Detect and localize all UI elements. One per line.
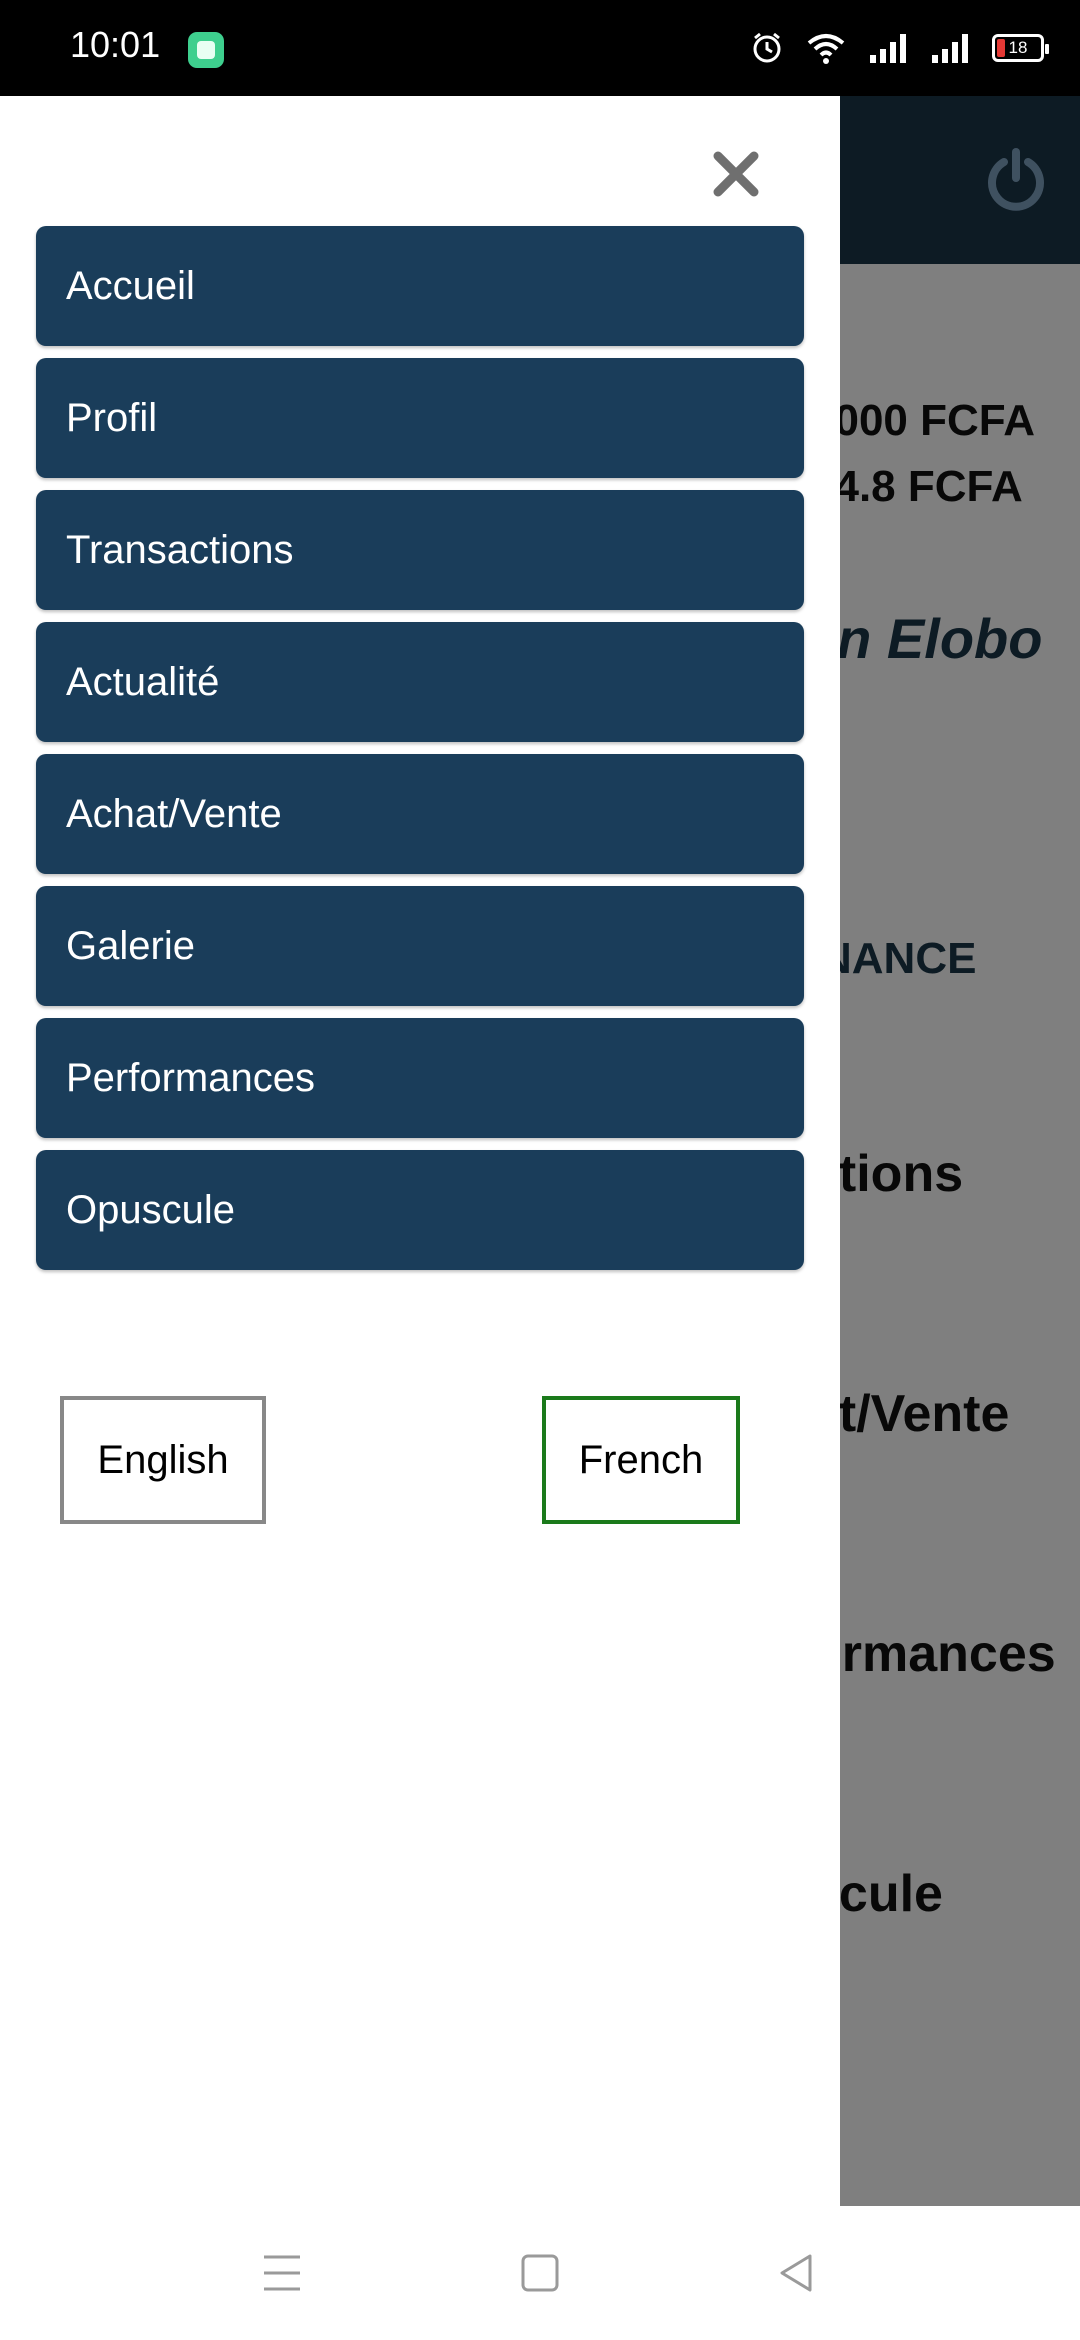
status-time: 10:01 (70, 24, 161, 65)
menu-item-transactions[interactable]: Transactions (36, 490, 804, 610)
menu-item-achat-vente[interactable]: Achat/Vente (36, 754, 804, 874)
battery-icon: 18 (992, 34, 1049, 62)
menu-item-actualite[interactable]: Actualité (36, 622, 804, 742)
language-french-label: French (578, 1437, 704, 1482)
menu-item-label: Galerie (66, 923, 195, 968)
language-english-label: English (97, 1437, 229, 1482)
navigation-drawer: Accueil Profil Transactions Actualité Ac… (0, 96, 840, 2206)
menu-item-label: Performances (66, 1055, 315, 1100)
menu-item-opuscule[interactable]: Opuscule (36, 1150, 804, 1270)
system-nav-bar (0, 2206, 1080, 2340)
signal-icon (870, 34, 906, 63)
close-button[interactable] (700, 138, 772, 210)
menu-item-label: Opuscule (66, 1187, 235, 1232)
home-icon[interactable] (516, 2251, 564, 2295)
menu-item-label: Accueil (66, 263, 195, 308)
menu-item-label: Achat/Vente (66, 791, 282, 836)
menu-item-label: Actualité (66, 659, 220, 704)
back-icon[interactable] (774, 2251, 822, 2295)
battery-level: 18 (1008, 38, 1028, 57)
menu-item-galerie[interactable]: Galerie (36, 886, 804, 1006)
menu-item-label: Transactions (66, 527, 294, 572)
alarm-icon (753, 32, 781, 63)
menu-item-accueil[interactable]: Accueil (36, 226, 804, 346)
status-bar: 10:01 18 (0, 0, 1080, 96)
signal-icon-2 (932, 34, 968, 63)
wifi-icon (807, 34, 845, 64)
drawer-menu: Accueil Profil Transactions Actualité Ac… (36, 226, 804, 1282)
menu-icon[interactable] (258, 2251, 306, 2295)
language-french-button[interactable]: French (542, 1396, 740, 1524)
close-icon (713, 151, 759, 197)
status-icons: 18 (750, 26, 1049, 70)
menu-item-profil[interactable]: Profil (36, 358, 804, 478)
app-notification-icon (188, 32, 224, 68)
menu-item-performances[interactable]: Performances (36, 1018, 804, 1138)
language-english-button[interactable]: English (60, 1396, 266, 1524)
menu-item-label: Profil (66, 395, 158, 440)
